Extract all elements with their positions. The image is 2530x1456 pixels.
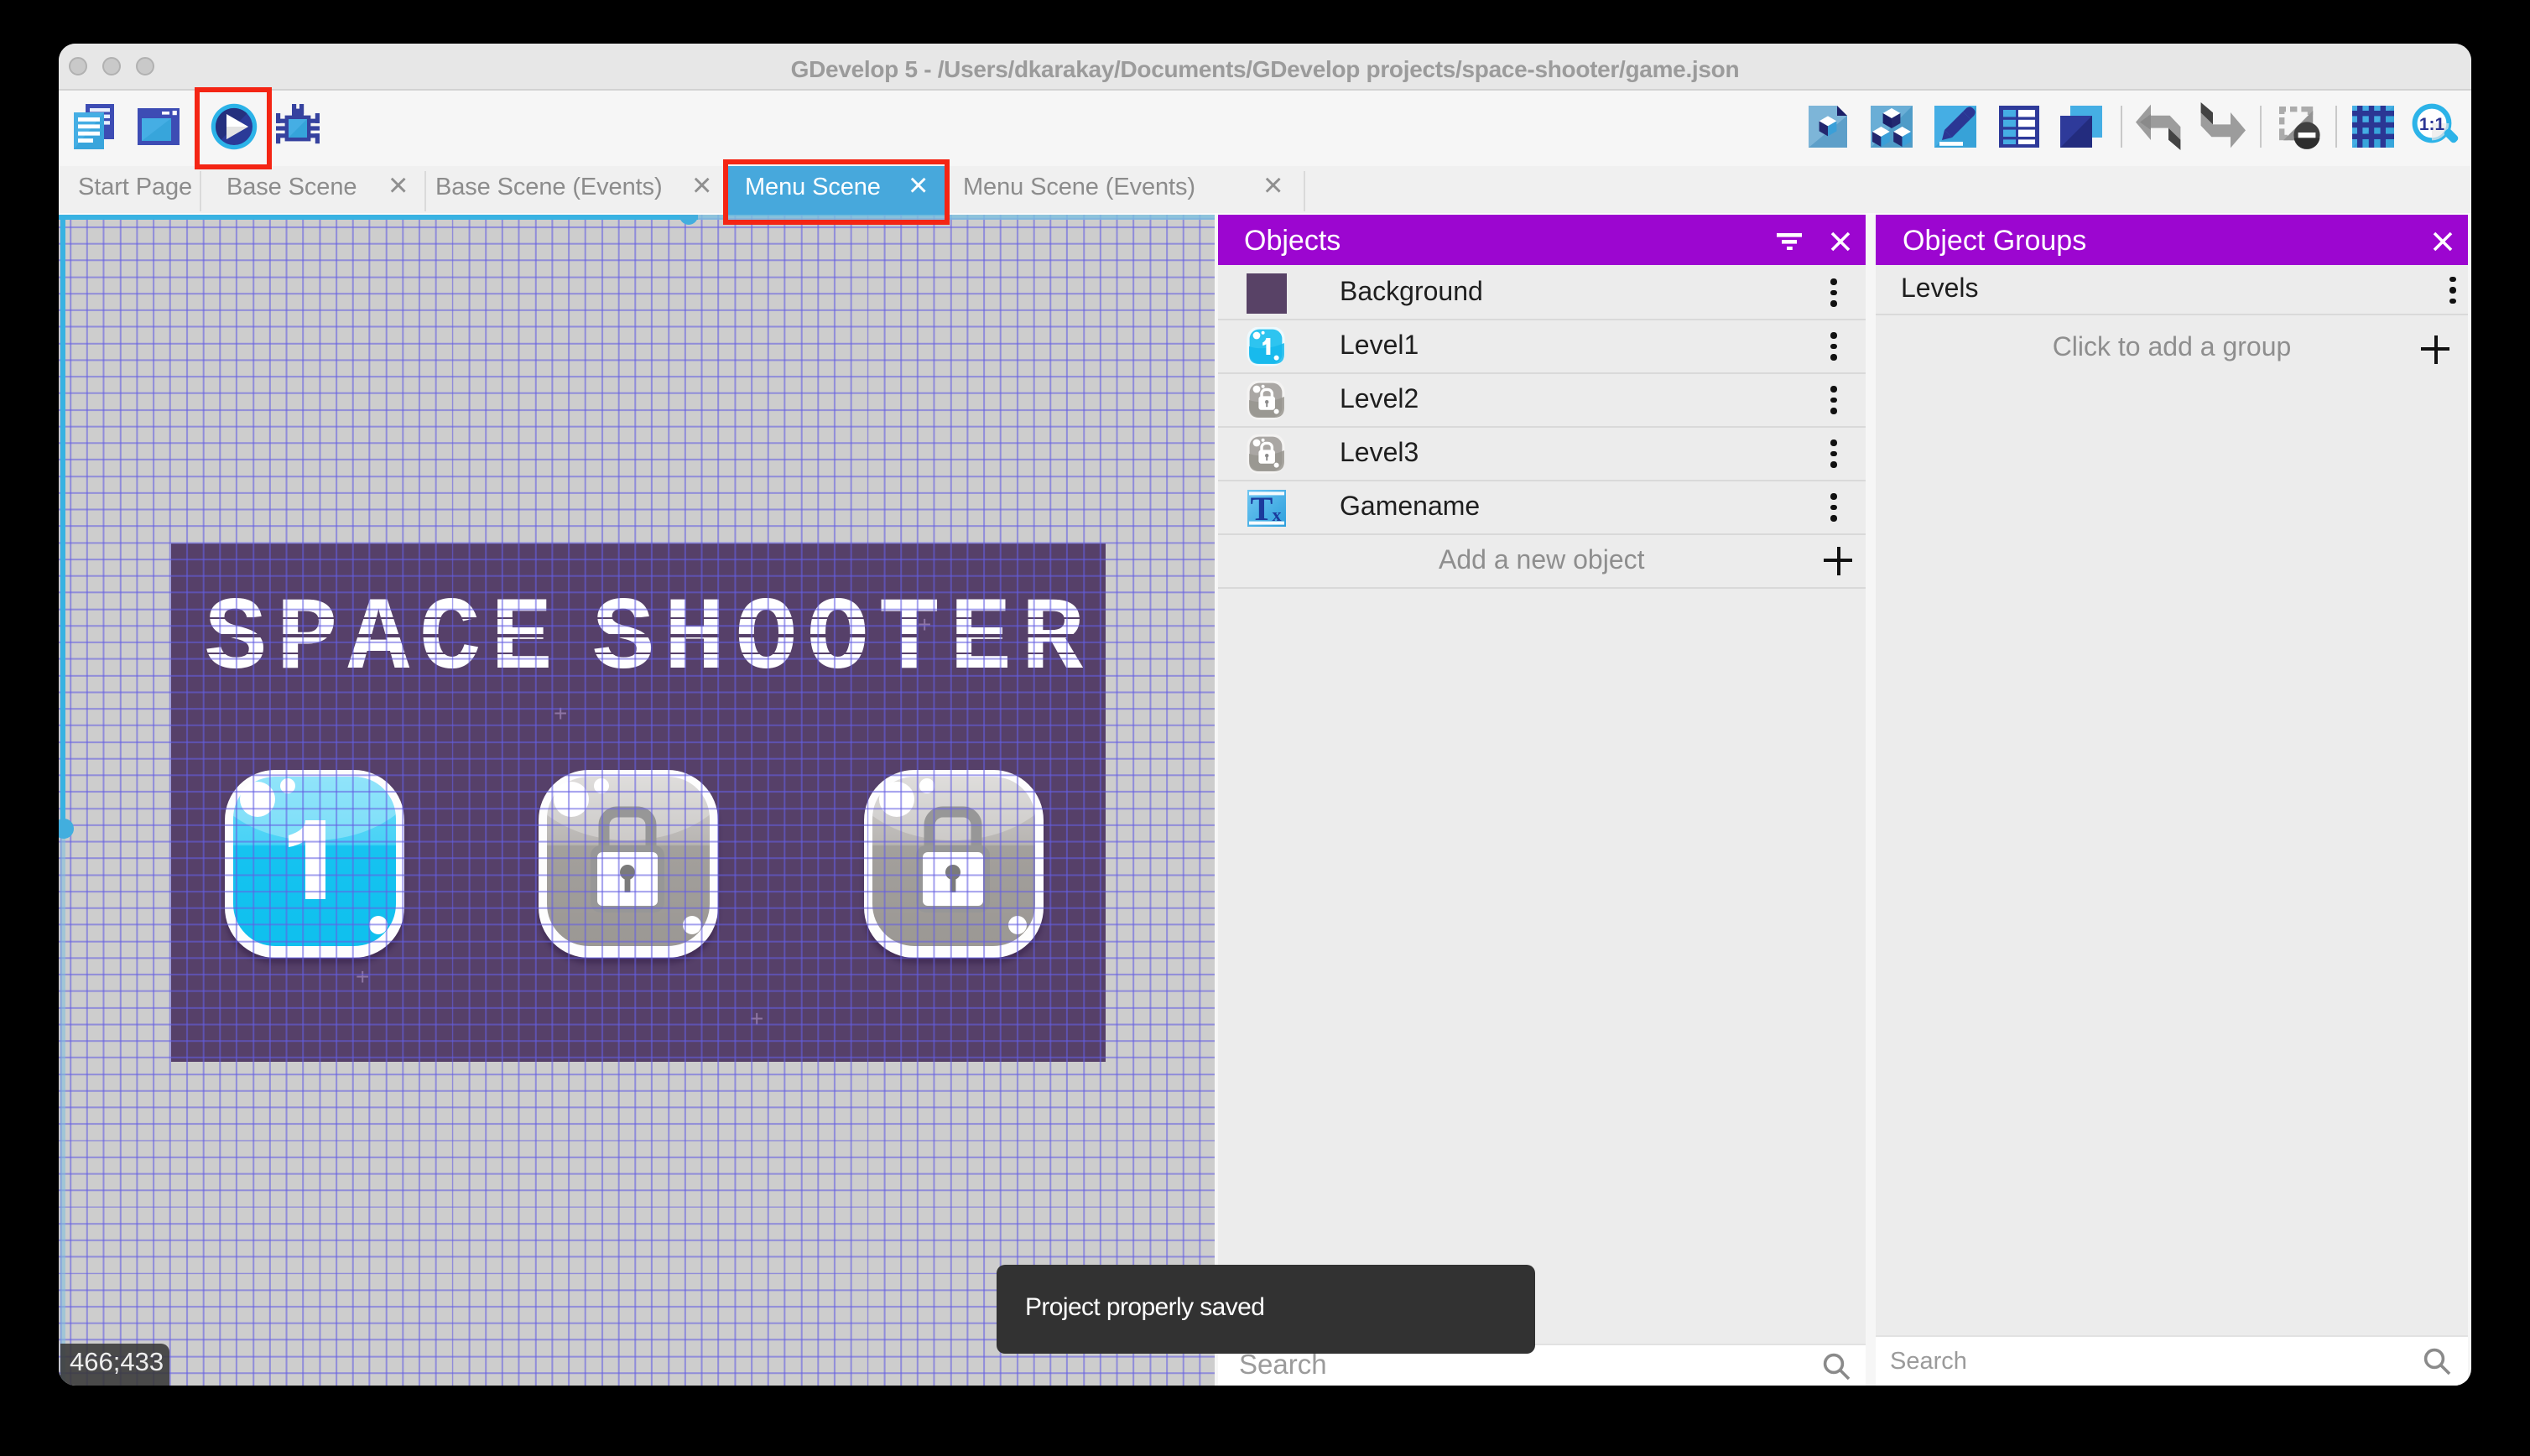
svg-text:x: x [1273, 503, 1282, 524]
svg-text:T: T [1251, 489, 1273, 527]
svg-text:1:1: 1:1 [2418, 114, 2444, 133]
